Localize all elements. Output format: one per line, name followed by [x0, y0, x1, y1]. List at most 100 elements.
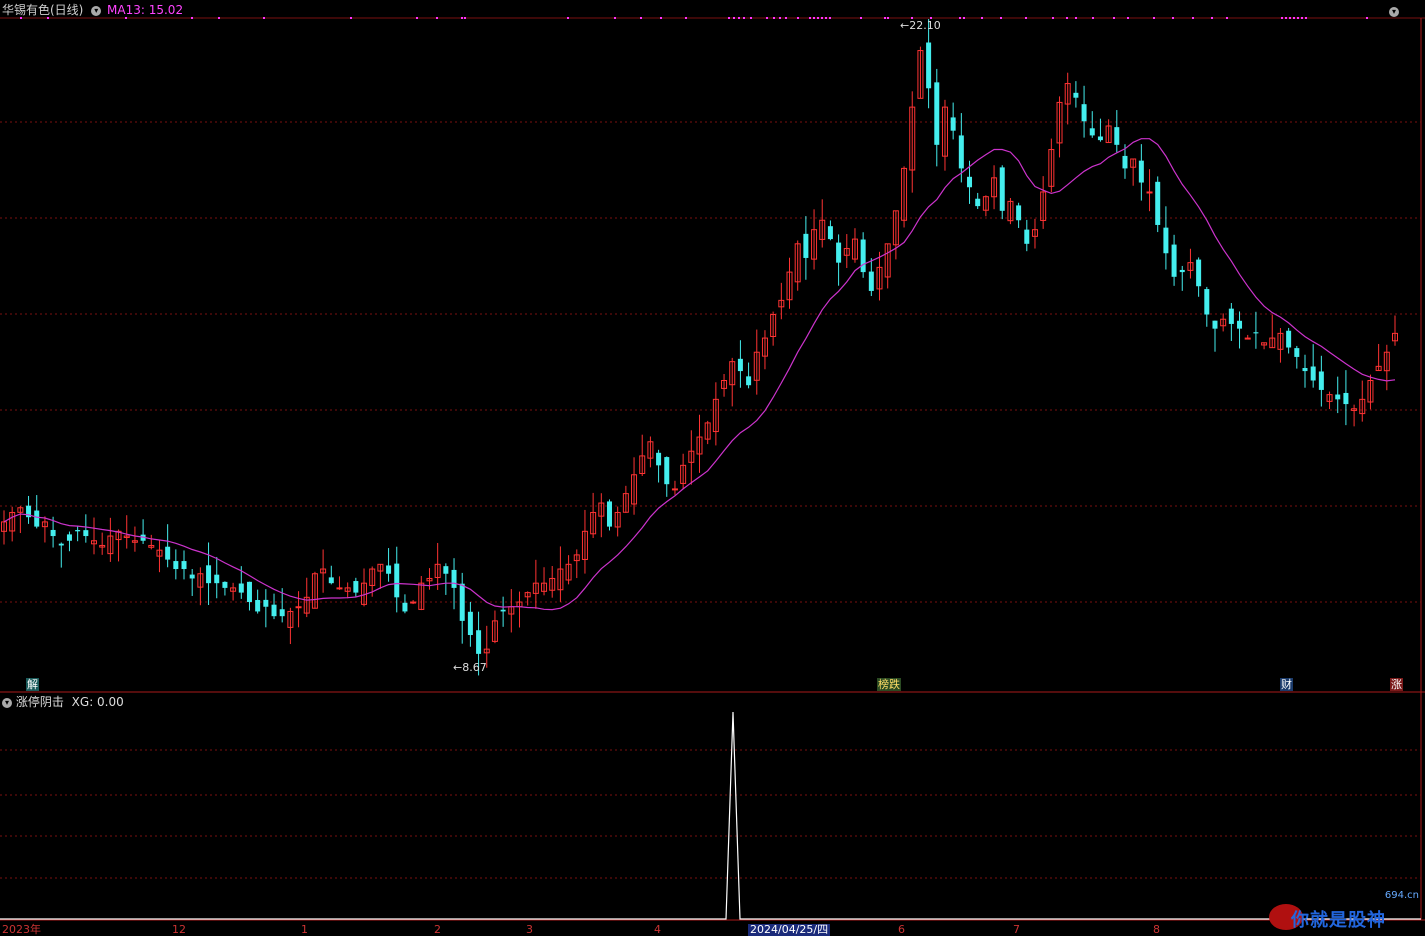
candle-body-125 — [1024, 229, 1030, 244]
stock-title[interactable]: 华锡有色(日线) — [2, 3, 83, 17]
candle-body-48 — [394, 563, 400, 598]
candle-body-153 — [1253, 332, 1259, 334]
marker-dot-23 — [779, 17, 781, 19]
marker-dot-10 — [464, 17, 466, 19]
marker-dot-48 — [1153, 17, 1155, 19]
candle-body-43 — [353, 581, 359, 593]
candle-body-82 — [671, 488, 678, 491]
candle-body-56 — [459, 583, 465, 621]
candle-body-27 — [222, 581, 228, 588]
x-label-8: 8 — [1153, 923, 1160, 936]
watermark-logo: 694.cn 你就是股神 — [1269, 890, 1419, 932]
kline-chart[interactable] — [0, 0, 1425, 936]
x-label-7: 7 — [1013, 923, 1020, 936]
arrow-left-icon: ← — [453, 661, 463, 674]
chevron-down-icon[interactable]: ▾ — [2, 697, 12, 708]
marker-dot-51 — [1211, 17, 1213, 19]
marker-dot-11 — [567, 17, 569, 19]
marker-dot-42 — [1052, 17, 1054, 19]
marker-dot-58 — [1301, 17, 1303, 19]
candle-body-74 — [606, 501, 612, 527]
marker-dot-12 — [614, 17, 616, 19]
marker-dot-47 — [1127, 17, 1129, 19]
tag-jie[interactable]: 解 — [26, 678, 39, 691]
tag-zhang[interactable]: 涨 — [1390, 678, 1403, 691]
marker-dot-4 — [218, 17, 220, 19]
candle-body-22 — [181, 561, 187, 570]
marker-dot-40 — [1000, 17, 1002, 19]
candle-body-113 — [926, 42, 932, 89]
marker-dot-16 — [728, 17, 730, 19]
marker-dot-9 — [461, 17, 463, 19]
candle-body-7 — [58, 543, 64, 546]
candle-body-23 — [189, 574, 195, 579]
marker-dot-39 — [981, 17, 983, 19]
marker-dot-28 — [817, 17, 819, 19]
candle-body-148 — [1212, 320, 1218, 329]
marker-dot-50 — [1192, 17, 1194, 19]
high-value: 22.10 — [909, 19, 941, 32]
candle-body-57 — [467, 611, 473, 636]
candle-body-34 — [279, 609, 285, 617]
arrow-left-icon: ← — [900, 19, 910, 32]
watermark-site: 694.cn — [1384, 890, 1419, 901]
sub-title[interactable]: 涨停阴击 — [16, 695, 64, 709]
marker-dot-15 — [685, 17, 687, 19]
tag-bangdie[interactable]: 榜跌 — [877, 678, 901, 691]
candle-body-159 — [1302, 368, 1308, 372]
candle-body-137 — [1122, 155, 1128, 169]
marker-dot-53 — [1281, 17, 1283, 19]
candle-body-158 — [1294, 348, 1300, 357]
candle-body-20 — [165, 546, 171, 560]
x-label-6: 6 — [898, 923, 905, 936]
candle-body-40 — [328, 577, 334, 584]
marker-dot-38 — [963, 17, 965, 19]
candle-body-9 — [75, 530, 81, 532]
low-annotation: ←8.67 — [453, 661, 487, 675]
candle-body-21 — [173, 561, 179, 570]
candle-body-118 — [967, 176, 973, 188]
candle-body-47 — [386, 565, 392, 574]
marker-dot-34 — [887, 17, 889, 19]
chevron-down-icon[interactable]: ▾ — [91, 5, 102, 16]
candle-body-152 — [1244, 337, 1251, 340]
marker-dot-31 — [829, 17, 831, 19]
candle-body-80 — [656, 452, 662, 466]
candle-body-98 — [803, 233, 809, 258]
marker-dot-27 — [813, 17, 815, 19]
candle-body-55 — [451, 569, 457, 588]
candle-body-140 — [1146, 191, 1153, 194]
candle-body-106 — [868, 271, 874, 291]
marker-dot-55 — [1289, 17, 1291, 19]
candle-body-146 — [1196, 259, 1202, 287]
marker-dot-57 — [1297, 17, 1299, 19]
marker-dot-43 — [1066, 17, 1068, 19]
marker-dot-17 — [733, 17, 735, 19]
candle-body-50 — [410, 601, 417, 604]
marker-dot-29 — [821, 17, 823, 19]
tag-cai[interactable]: 财 — [1280, 678, 1293, 691]
marker-dot-54 — [1285, 17, 1287, 19]
candle-body-25 — [206, 565, 212, 584]
x-label-1: 1 — [301, 923, 308, 936]
candle-body-10 — [83, 530, 89, 537]
candle-body-142 — [1163, 227, 1169, 254]
marker-dot-6 — [350, 17, 352, 19]
marker-dot-13 — [640, 17, 642, 19]
candle-body-61 — [500, 609, 506, 612]
settings-icon[interactable]: ▾ — [1389, 3, 1399, 19]
candle-body-91 — [746, 376, 752, 386]
watermark-text: 你就是股神 — [1291, 910, 1386, 931]
candle-body-90 — [737, 358, 743, 372]
candle-body-134 — [1097, 136, 1103, 141]
candle-body-150 — [1228, 308, 1234, 324]
x-label-cursor-date[interactable]: 2024/04/25/四 — [748, 924, 831, 936]
x-label-3: 3 — [526, 923, 533, 936]
candle-body-147 — [1204, 289, 1210, 315]
marker-dot-52 — [1226, 17, 1228, 19]
ma13-line — [3, 138, 1396, 611]
marker-dot-49 — [1172, 17, 1174, 19]
candle-body-101 — [827, 226, 833, 240]
candle-body-32 — [263, 599, 269, 607]
x-label-4: 4 — [654, 923, 661, 936]
